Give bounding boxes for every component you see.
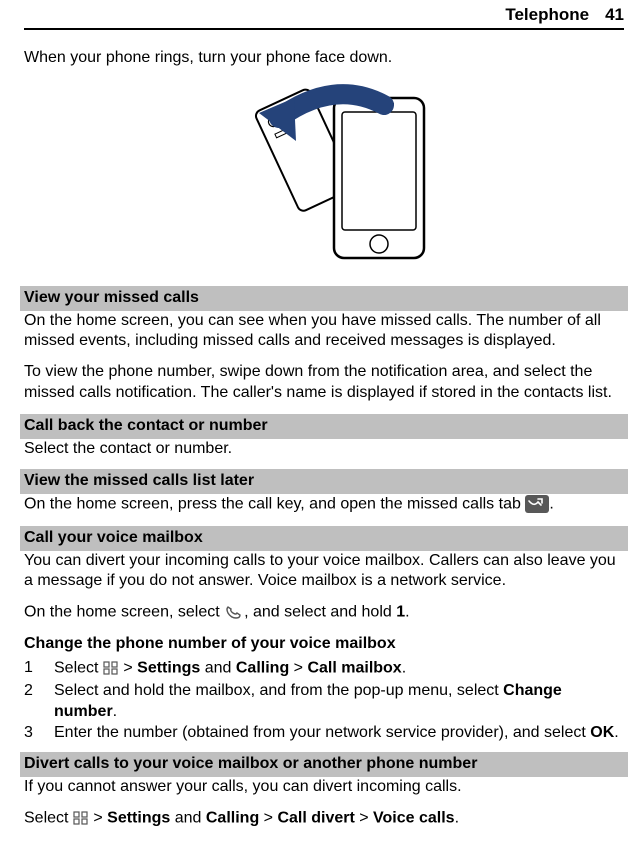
step-num-1: 1 <box>24 658 54 679</box>
step-2: 2 Select and hold the mailbox, and from … <box>24 681 624 723</box>
later-pre: On the home screen, press the call key, … <box>24 496 525 513</box>
dv-pre: Select <box>24 809 73 826</box>
menu-icon <box>103 658 119 679</box>
dv-b1: Settings <box>107 809 170 826</box>
section-divert: Divert calls to your voice mailbox or an… <box>20 752 628 777</box>
section-later: View the missed calls list later <box>20 469 628 494</box>
step-1-text: Select > Settings and Calling > Call mai… <box>54 658 624 679</box>
missed-p1: On the home screen, you can see when you… <box>24 311 624 353</box>
dv-b2: Calling <box>206 809 259 826</box>
header-page-number: 41 <box>605 4 624 26</box>
section-view-missed: View your missed calls <box>20 286 628 311</box>
vm-p2-mid: , and select and hold <box>244 604 396 621</box>
dv-b3: Call divert <box>277 809 354 826</box>
dv-5: . <box>455 809 459 826</box>
vm-p2-pre: On the home screen, select <box>24 604 224 621</box>
step-2-text: Select and hold the mailbox, and from th… <box>54 681 624 723</box>
s1-b1: Settings <box>137 660 200 677</box>
s2-post: . <box>113 703 117 720</box>
s1-b3: Call mailbox <box>307 660 401 677</box>
divert-p2: Select > Settings and Calling > Call div… <box>24 808 624 829</box>
vm-p2-post: . <box>405 604 409 621</box>
dv-b4: Voice calls <box>373 809 455 826</box>
page-header: Telephone 41 <box>24 0 624 30</box>
callback-p: Select the contact or number. <box>24 439 624 460</box>
dv-3: > <box>259 809 277 826</box>
s3-pre: Enter the number (obtained from your net… <box>54 724 590 741</box>
section-voicemail: Call your voice mailbox <box>20 526 628 551</box>
intro-text: When your phone rings, turn your phone f… <box>24 48 624 69</box>
step-num-3: 3 <box>24 723 54 744</box>
header-chapter: Telephone <box>505 4 589 26</box>
dv-2: and <box>170 809 206 826</box>
later-post: . <box>549 496 553 513</box>
s1-4: . <box>402 660 406 677</box>
s2-pre: Select and hold the mailbox, and from th… <box>54 682 503 699</box>
step-3-text: Enter the number (obtained from your net… <box>54 723 624 744</box>
step-3: 3 Enter the number (obtained from your n… <box>24 723 624 744</box>
dv-4: > <box>355 809 373 826</box>
s1-3: > <box>289 660 307 677</box>
s1-pre: Select <box>54 660 103 677</box>
later-p: On the home screen, press the call key, … <box>24 494 624 515</box>
dv-1: > <box>89 809 107 826</box>
section-callback: Call back the contact or number <box>20 414 628 439</box>
change-number-steps: 1 Select > Settings and Calling > Call m… <box>24 658 624 744</box>
s1-1: > <box>119 660 137 677</box>
voicemail-p2: On the home screen, select , and select … <box>24 602 624 623</box>
s1-2: and <box>200 660 236 677</box>
step-num-2: 2 <box>24 681 54 723</box>
s3-post: . <box>614 724 618 741</box>
flip-phone-illustration <box>24 83 624 268</box>
menu-icon <box>73 808 89 829</box>
missed-p2: To view the phone number, swipe down fro… <box>24 362 624 404</box>
step-1: 1 Select > Settings and Calling > Call m… <box>24 658 624 679</box>
s1-b2: Calling <box>236 660 289 677</box>
voicemail-p1: You can divert your incoming calls to yo… <box>24 551 624 593</box>
divert-p1: If you cannot answer your calls, you can… <box>24 777 624 798</box>
s3-b: OK <box>590 724 614 741</box>
call-icon <box>224 602 244 623</box>
missed-call-tab-icon <box>525 494 549 515</box>
vm-p2-bold: 1 <box>396 604 405 621</box>
section-change-number: Change the phone number of your voice ma… <box>24 634 624 655</box>
